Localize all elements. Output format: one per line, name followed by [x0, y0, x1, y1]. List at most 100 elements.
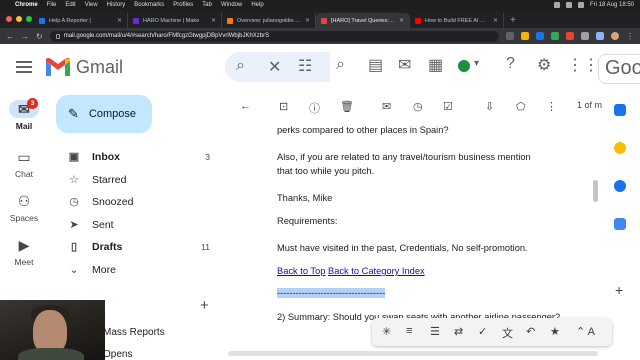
menu-window[interactable]: Window	[221, 2, 242, 8]
menu-edit[interactable]: Edit	[65, 2, 75, 8]
rail-chat[interactable]: ▭ Chat	[0, 148, 48, 179]
rail-mail[interactable]: ✉ 3 Mail	[0, 98, 48, 131]
horizontal-scrollbar[interactable]	[228, 351, 598, 356]
move-to-icon[interactable]: ⇩	[485, 100, 494, 113]
calendar-icon[interactable]	[614, 104, 626, 116]
selected-divider-text[interactable]: -----------------------------------	[277, 288, 386, 298]
menu-view[interactable]: View	[85, 2, 98, 8]
report-spam-icon[interactable]: ⓘ	[309, 100, 320, 116]
menu-history[interactable]: History	[107, 2, 126, 8]
compose-button[interactable]: ✎ Compose	[56, 95, 152, 133]
zoom-window-icon[interactable]	[26, 16, 32, 22]
create-label-plus-icon[interactable]: +	[200, 297, 209, 314]
close-tab-icon[interactable]: ✕	[305, 17, 310, 24]
nav-starred[interactable]: ☆ Starred	[56, 169, 216, 192]
search-options-icon[interactable]: ☷	[298, 56, 312, 76]
wifi-icon[interactable]	[565, 2, 572, 8]
back-icon[interactable]: ←	[6, 32, 14, 41]
close-window-icon[interactable]	[6, 16, 12, 22]
lock-icon[interactable]	[55, 33, 60, 39]
settings-gear-icon[interactable]: ⚙	[537, 55, 551, 75]
browser-tab[interactable]: Overview: julianogoldie.com/ - A ✕	[222, 13, 316, 28]
nav-more[interactable]: ⌄ More	[56, 259, 216, 282]
main-menu-icon[interactable]	[16, 61, 32, 73]
label-item[interactable]: Mass Reports	[103, 327, 165, 338]
menu-bookmarks[interactable]: Bookmarks	[134, 2, 164, 8]
new-tab-button[interactable]: +	[504, 13, 522, 28]
contacts-icon[interactable]	[614, 218, 626, 230]
mark-unread-icon[interactable]: ✉	[382, 100, 391, 113]
browser-tab[interactable]: Help A Reporter | ✕	[34, 13, 128, 28]
back-to-category-link[interactable]: Back to Category Index	[328, 266, 425, 276]
chrome-menu-icon[interactable]: ⋮	[626, 32, 634, 41]
forward-icon[interactable]: →	[21, 32, 29, 41]
close-tab-icon[interactable]: ✕	[117, 17, 122, 24]
browser-tab[interactable]: How to Build FREE AI SEO Tool ✕	[410, 13, 504, 28]
status-indicator[interactable]	[458, 60, 470, 72]
reload-icon[interactable]: ↻	[36, 32, 43, 41]
delete-icon[interactable]: 🗑	[340, 100, 354, 113]
tasks-icon[interactable]	[614, 180, 626, 192]
favorite-star-icon[interactable]: ★	[550, 325, 560, 338]
back-arrow-icon[interactable]: ←	[240, 100, 251, 112]
rephrase-icon[interactable]: ⇄	[454, 325, 463, 338]
close-tab-icon[interactable]: ✕	[211, 17, 216, 24]
google-account-badge[interactable]: Goog	[598, 54, 640, 84]
address-bar[interactable]: mail.google.com/mail/u/4/#search/haro/FM…	[49, 30, 499, 42]
clear-search-icon[interactable]: ✕	[268, 57, 281, 77]
extension-icon[interactable]	[536, 32, 544, 40]
shorten-icon[interactable]: ≡	[406, 325, 412, 337]
browser-tab-active[interactable]: [HARO] Travel Queries: Morni ✕	[316, 13, 410, 28]
menu-app-name[interactable]: Chrome	[15, 2, 38, 8]
get-addons-plus-icon[interactable]: +	[615, 282, 623, 298]
more-options-icon[interactable]: ⋮	[546, 100, 557, 113]
close-tab-icon[interactable]: ✕	[493, 17, 498, 24]
mail-extension-icon[interactable]: ✉	[398, 55, 411, 75]
close-tab-icon[interactable]: ✕	[399, 17, 404, 24]
menu-tab[interactable]: Tab	[202, 2, 212, 8]
search-icon[interactable]: ⌕	[236, 57, 245, 75]
reply-icon[interactable]: ↶	[526, 325, 535, 338]
chevron-down-icon[interactable]: ▾	[474, 58, 479, 69]
minimize-window-icon[interactable]	[16, 16, 22, 22]
extensions-puzzle-icon[interactable]	[596, 32, 604, 40]
nav-snoozed[interactable]: ◷ Snoozed	[56, 191, 216, 214]
label-icon[interactable]: ⬠	[516, 100, 526, 113]
apps-grid-icon[interactable]: ⋮⋮	[567, 55, 599, 75]
browser-tab[interactable]: HARO Machine | Make ✕	[128, 13, 222, 28]
menu-clock[interactable]: Fri 18 Aug 18:50	[590, 2, 634, 8]
translate-icon[interactable]: 文	[502, 325, 513, 341]
rail-meet[interactable]: ▶ Meet	[0, 236, 48, 267]
profile-avatar[interactable]	[611, 32, 619, 40]
extension-icon[interactable]	[566, 32, 574, 40]
bookmark-star-icon[interactable]	[521, 32, 529, 40]
search-icon[interactable]: ⌕	[336, 56, 345, 74]
extension-icon[interactable]	[581, 32, 589, 40]
menu-profiles[interactable]: Profiles	[173, 2, 193, 8]
nav-sent[interactable]: ➤ Sent	[56, 214, 216, 237]
vertical-scrollbar[interactable]	[593, 180, 598, 202]
menu-help[interactable]: Help	[251, 2, 263, 8]
rail-spaces[interactable]: ⚇ Spaces	[0, 192, 48, 223]
expand-icon[interactable]: ☰	[430, 325, 440, 338]
help-icon[interactable]: ?	[506, 55, 515, 73]
back-to-top-link[interactable]: Back to Top	[277, 266, 325, 276]
keep-icon[interactable]	[614, 142, 626, 154]
extension-icon[interactable]	[551, 32, 559, 40]
battery-icon[interactable]	[577, 2, 584, 8]
gmail-logo[interactable]: Gmail	[46, 57, 123, 78]
add-task-icon[interactable]: ☑	[443, 100, 453, 113]
status-icon[interactable]	[553, 2, 560, 8]
calendar-extension-icon[interactable]: ▦	[428, 55, 443, 75]
menu-file[interactable]: File	[47, 2, 57, 8]
label-item[interactable]: Opens	[103, 349, 132, 360]
font-size-button[interactable]: ⌃ A	[576, 325, 595, 338]
archive-icon[interactable]: ⊡	[279, 100, 288, 113]
nav-drafts[interactable]: ▯ Drafts 11	[56, 236, 216, 259]
magic-wand-icon[interactable]: ✳	[382, 325, 391, 338]
document-icon[interactable]: ▤	[368, 55, 383, 75]
check-icon[interactable]: ✓	[478, 325, 487, 338]
share-icon[interactable]	[506, 32, 514, 40]
snooze-icon[interactable]: ◷	[413, 100, 423, 113]
nav-inbox[interactable]: ▣ Inbox 3	[56, 146, 216, 169]
